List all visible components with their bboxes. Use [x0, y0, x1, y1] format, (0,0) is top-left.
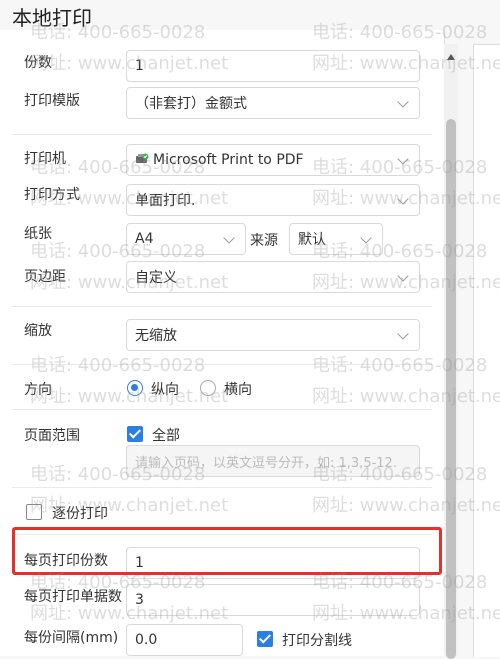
all-pages-checkbox[interactable]	[127, 426, 143, 442]
source-label: 来源	[250, 233, 278, 249]
print-mode-value: 单面打印.	[135, 193, 196, 209]
source-value: 默认	[298, 232, 326, 248]
divider	[12, 134, 432, 135]
copy-gap-label: 每份间隔(mm)	[24, 630, 119, 646]
paper-select[interactable]: A4	[126, 223, 246, 255]
chevron-down-icon	[397, 153, 409, 165]
scrollbar-thumb[interactable]	[446, 119, 456, 659]
printer-value: Microsoft Print to PDF	[153, 152, 304, 168]
print-preview-panel	[473, 44, 500, 657]
printer-label: 打印机	[24, 151, 66, 167]
orientation-label: 方向	[24, 382, 52, 398]
page-range-label: 页面范围	[24, 428, 80, 444]
template-label: 打印模版	[24, 93, 80, 109]
collate-checkbox[interactable]	[26, 504, 42, 520]
copies-per-page-value: 1	[135, 555, 144, 571]
chevron-down-icon	[397, 328, 409, 340]
docs-per-page-input[interactable]: 3	[126, 584, 420, 616]
landscape-label: 横向	[224, 382, 252, 398]
chevron-down-icon	[223, 232, 235, 244]
copies-value: 1	[135, 58, 144, 74]
copies-per-page-label: 每页打印份数	[24, 553, 108, 569]
divider	[12, 534, 432, 535]
divider-line-label: 打印分割线	[282, 633, 352, 649]
paper-label: 纸张	[24, 226, 52, 242]
landscape-radio[interactable]	[200, 380, 216, 396]
portrait-radio[interactable]	[127, 380, 143, 396]
window-title: 本地打印	[12, 6, 92, 30]
copies-input[interactable]: 1	[126, 50, 420, 82]
print-mode-select[interactable]: 单面打印.	[126, 184, 420, 216]
portrait-label: 纵向	[151, 382, 179, 398]
print-mode-label: 打印方式	[24, 187, 80, 203]
scale-label: 缩放	[24, 323, 52, 339]
margin-value: 自定义	[135, 270, 177, 286]
template-select[interactable]: （非套打）金额式	[126, 87, 420, 119]
printer-select[interactable]: Microsoft Print to PDF	[126, 144, 420, 176]
docs-per-page-label: 每页打印单据数	[24, 589, 122, 605]
template-value: （非套打）金额式	[135, 96, 247, 112]
copies-label: 份数	[24, 55, 52, 71]
scrollbar[interactable]	[444, 44, 458, 659]
print-settings-panel: 份数 1 打印模版 （非套打）金额式 打印机 Microsoft Print t…	[0, 30, 445, 656]
copy-gap-input[interactable]: 0.0	[126, 624, 243, 656]
chevron-down-icon	[360, 232, 372, 244]
chevron-down-icon	[397, 193, 409, 205]
page-range-input[interactable]: 请输入页码，以英文逗号分开，如: 1,3,5-12.	[126, 445, 420, 477]
source-select[interactable]: 默认	[289, 223, 383, 255]
scale-value: 无缩放	[135, 328, 177, 344]
copies-per-page-input[interactable]: 1	[126, 547, 420, 579]
divider	[12, 364, 432, 365]
divider	[12, 487, 432, 488]
margin-label: 页边距	[24, 269, 66, 285]
printer-status-icon	[136, 153, 149, 163]
paper-value: A4	[135, 231, 154, 247]
page-range-placeholder: 请输入页码，以英文逗号分开，如: 1,3,5-12.	[135, 455, 397, 471]
docs-per-page-value: 3	[135, 592, 144, 608]
chevron-down-icon	[397, 270, 409, 282]
all-pages-label: 全部	[152, 428, 180, 444]
collate-label: 逐份打印	[52, 506, 108, 522]
divider	[12, 306, 432, 307]
chevron-down-icon	[397, 96, 409, 108]
divider	[12, 409, 432, 410]
divider-line-checkbox[interactable]	[257, 631, 273, 647]
scroll-up-arrow-icon[interactable]	[447, 54, 455, 60]
scale-select[interactable]: 无缩放	[126, 319, 420, 351]
margin-select[interactable]: 自定义	[126, 261, 420, 293]
copy-gap-value: 0.0	[135, 632, 158, 648]
